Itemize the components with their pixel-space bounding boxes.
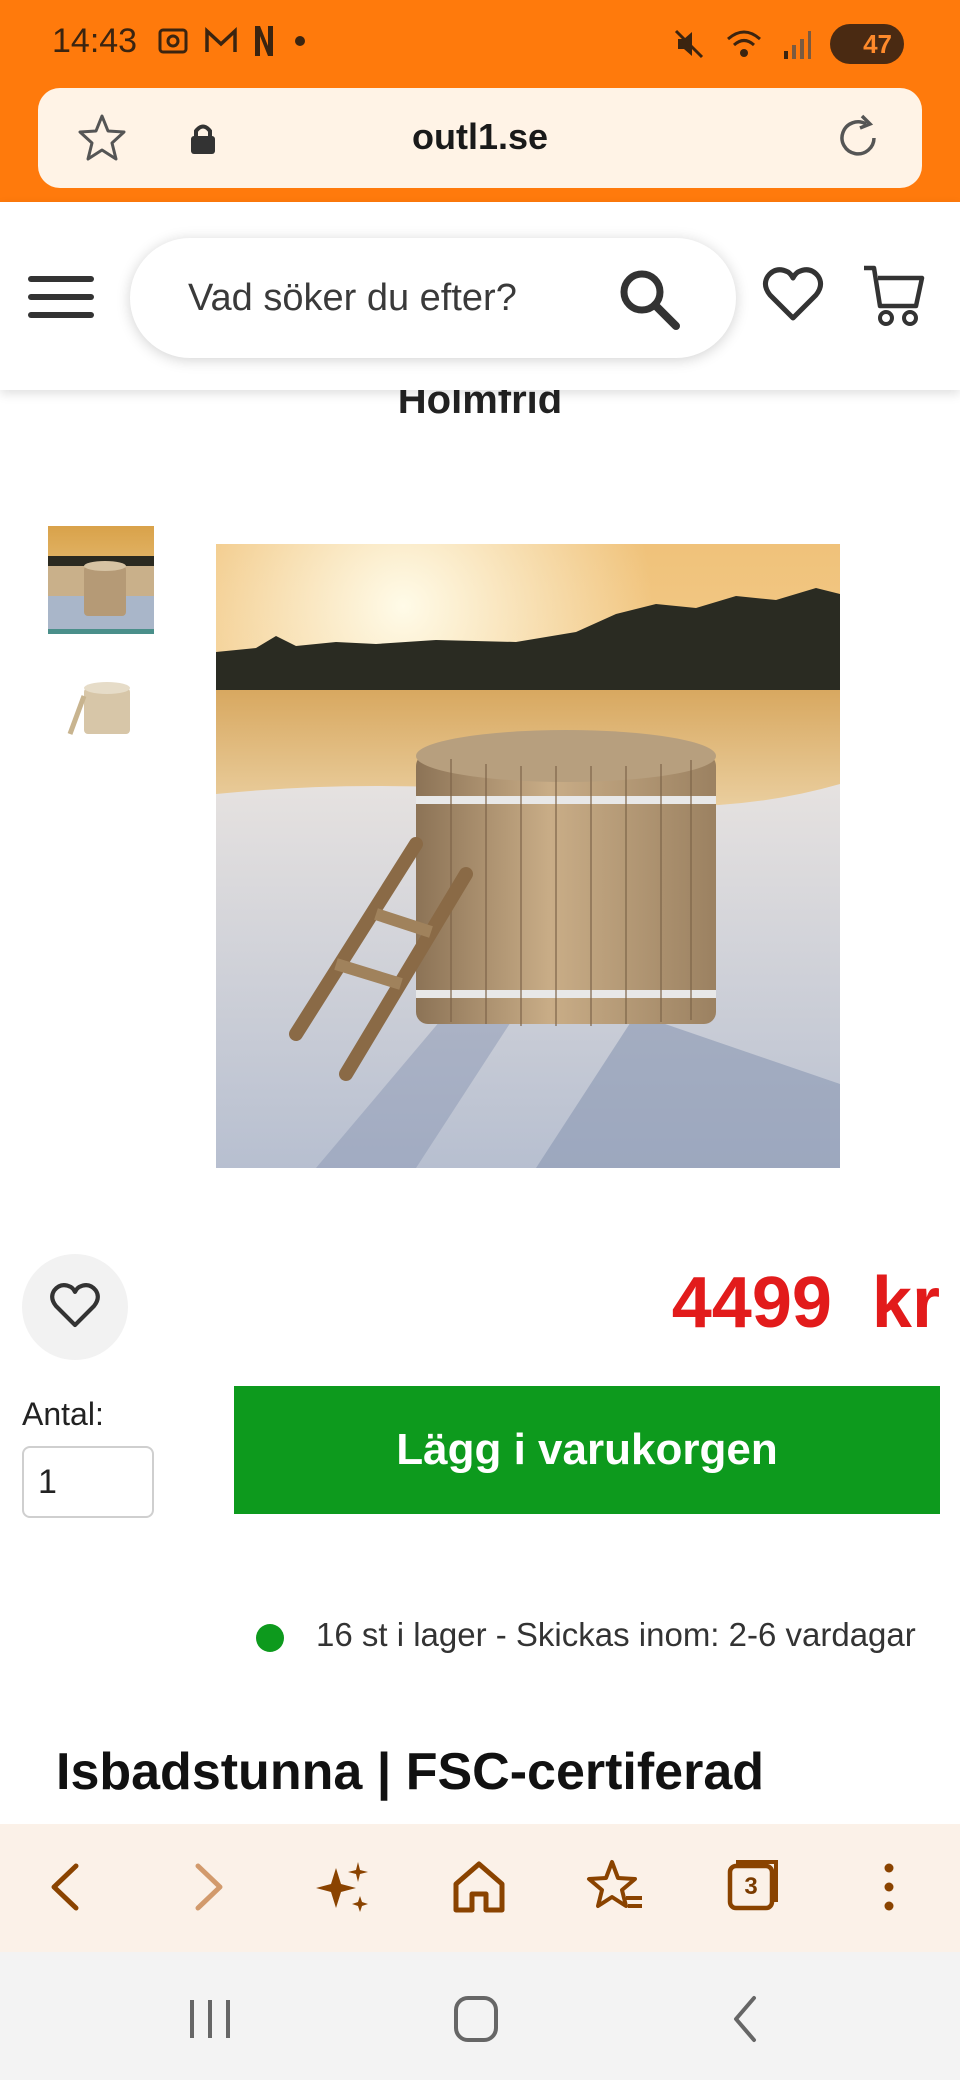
netflix-icon — [255, 26, 273, 56]
search-input[interactable] — [188, 272, 608, 324]
back-nav-icon[interactable] — [716, 1994, 776, 2044]
browser-top-bar: 14:43 47 outl1.se — [0, 0, 960, 202]
url-bar[interactable]: outl1.se — [38, 88, 922, 188]
menu-icon[interactable] — [28, 274, 94, 320]
quantity-label: Antal: — [22, 1396, 104, 1432]
stock-status-dot — [256, 1624, 284, 1652]
heart-icon — [50, 1283, 100, 1328]
status-bar: 14:43 47 — [0, 0, 960, 88]
sparkle-icon[interactable] — [310, 1854, 376, 1920]
add-to-wishlist-button[interactable] — [22, 1254, 128, 1360]
bookmarks-icon[interactable] — [582, 1854, 648, 1920]
status-notification-icons — [156, 24, 310, 58]
stock-status-text: 16 st i lager - Skickas inom: 2-6 vardag… — [316, 1616, 916, 1653]
add-to-cart-button[interactable]: Lägg i varukorgen — [234, 1386, 940, 1514]
search-box[interactable] — [130, 238, 736, 358]
system-navigation-bar — [0, 1952, 960, 2080]
ice-bath-tub-photo — [216, 544, 840, 1168]
signal-icon — [784, 31, 811, 59]
product-thumbnail-1[interactable] — [48, 526, 154, 634]
back-icon[interactable] — [34, 1854, 100, 1920]
product-main-image[interactable] — [216, 544, 840, 1168]
more-icon[interactable] — [856, 1854, 922, 1920]
home-nav-icon[interactable] — [446, 1994, 506, 2044]
dot-icon — [295, 36, 305, 46]
quantity-input[interactable] — [22, 1446, 154, 1518]
search-icon[interactable] — [616, 266, 682, 332]
wifi-icon — [727, 30, 761, 57]
site-header — [0, 202, 960, 390]
screenshot-icon — [158, 28, 188, 54]
product-heading: Isbadstunna | FSC-certiferad — [56, 1743, 765, 1801]
thumbnail-image-2 — [48, 660, 154, 768]
product-thumbnail-2[interactable] — [48, 660, 154, 768]
cart-icon[interactable] — [862, 262, 926, 330]
thumbnail-image-1 — [48, 526, 154, 629]
mute-icon — [674, 29, 704, 59]
reload-icon[interactable] — [830, 110, 886, 166]
forward-icon[interactable] — [174, 1854, 240, 1920]
product-price: 4499 kr — [671, 1263, 940, 1343]
browser-bottom-toolbar: 3 — [0, 1824, 960, 1952]
tabs-count: 3 — [744, 1873, 758, 1900]
heart-icon[interactable] — [762, 266, 824, 324]
mail-icon — [205, 26, 237, 52]
status-system-icons: 47 — [672, 24, 904, 64]
recents-icon[interactable] — [180, 1994, 240, 2044]
tabs-button[interactable]: 3 — [718, 1854, 784, 1920]
battery-indicator: 47 — [830, 24, 904, 64]
url-text[interactable]: outl1.se — [38, 116, 922, 158]
home-icon[interactable] — [446, 1854, 512, 1920]
status-time: 14:43 — [52, 22, 138, 60]
